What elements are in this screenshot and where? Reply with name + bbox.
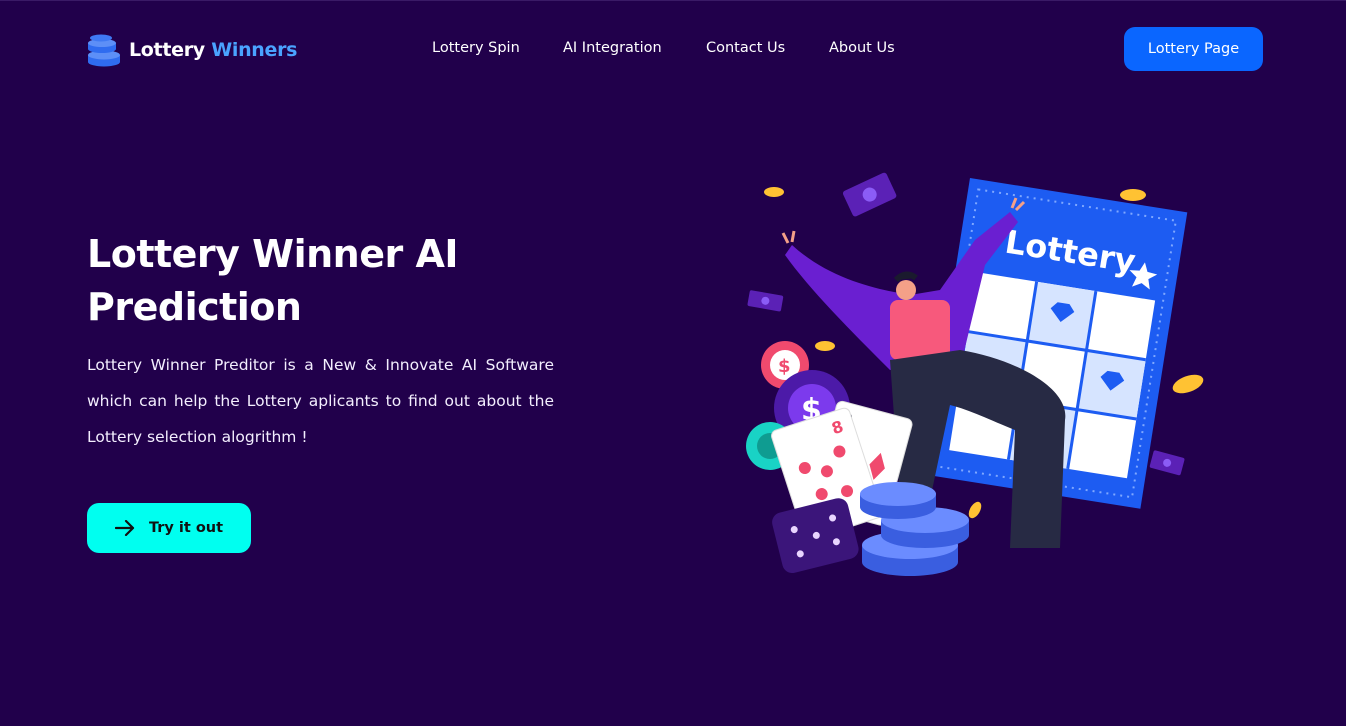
hero-title: Lottery Winner AI Prediction	[87, 232, 459, 329]
banknote-icon	[1149, 450, 1185, 476]
brand-name: Lottery Winners	[129, 39, 298, 61]
coin-icon	[1120, 189, 1146, 201]
arrow-right-icon	[114, 520, 135, 536]
coin-stack-icon	[88, 34, 120, 67]
nav-contact-us[interactable]: Contact Us	[706, 40, 785, 56]
coin-icon	[815, 341, 835, 351]
dice-icon	[772, 498, 859, 574]
banknote-icon	[842, 172, 897, 217]
try-it-out-button[interactable]: Try it out	[87, 503, 251, 553]
top-border	[0, 0, 1346, 1]
coin-icon	[764, 187, 784, 197]
try-it-out-label: Try it out	[148, 520, 224, 536]
nav-lottery-spin[interactable]: Lottery Spin	[432, 40, 520, 56]
nav-ai-integration[interactable]: AI Integration	[563, 40, 662, 56]
banknote-icon	[747, 290, 784, 312]
brand-name-part1: Lottery	[129, 39, 205, 61]
nav-about-us[interactable]: About Us	[829, 40, 895, 56]
lottery-page-button[interactable]: Lottery Page	[1124, 27, 1263, 71]
coin-icon	[968, 501, 982, 519]
lottery-illustration: Lottery $ $ 8	[746, 172, 1204, 576]
brand-name-part2: Winners	[211, 39, 298, 61]
coin-stack-icon	[860, 482, 969, 576]
hero-description: Lottery Winner Preditor is a New & Innov…	[87, 356, 554, 446]
brand-logo[interactable]: Lottery Winners	[87, 33, 298, 67]
svg-text:$: $	[778, 356, 791, 377]
coin-icon	[1172, 374, 1204, 394]
